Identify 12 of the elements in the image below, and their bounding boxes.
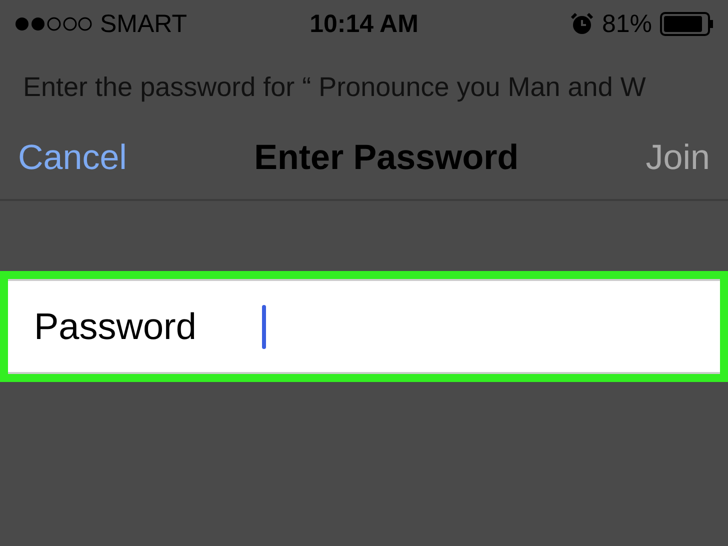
text-cursor [262, 304, 266, 348]
screen-title: Enter Password [254, 138, 519, 178]
battery-percentage: 81% [602, 10, 652, 38]
password-field[interactable]: Password [8, 279, 720, 374]
alarm-clock-icon [570, 13, 594, 35]
prompt-text: Enter the password for “ Pronounce you Man and W [22, 71, 647, 103]
clock-time: 10:14 AM [310, 10, 418, 38]
signal-icon [14, 16, 92, 32]
cancel-button[interactable]: Cancel [18, 138, 127, 178]
field-label: Password [34, 306, 198, 348]
carrier-name: SMART [100, 10, 188, 38]
battery-icon [660, 12, 714, 36]
